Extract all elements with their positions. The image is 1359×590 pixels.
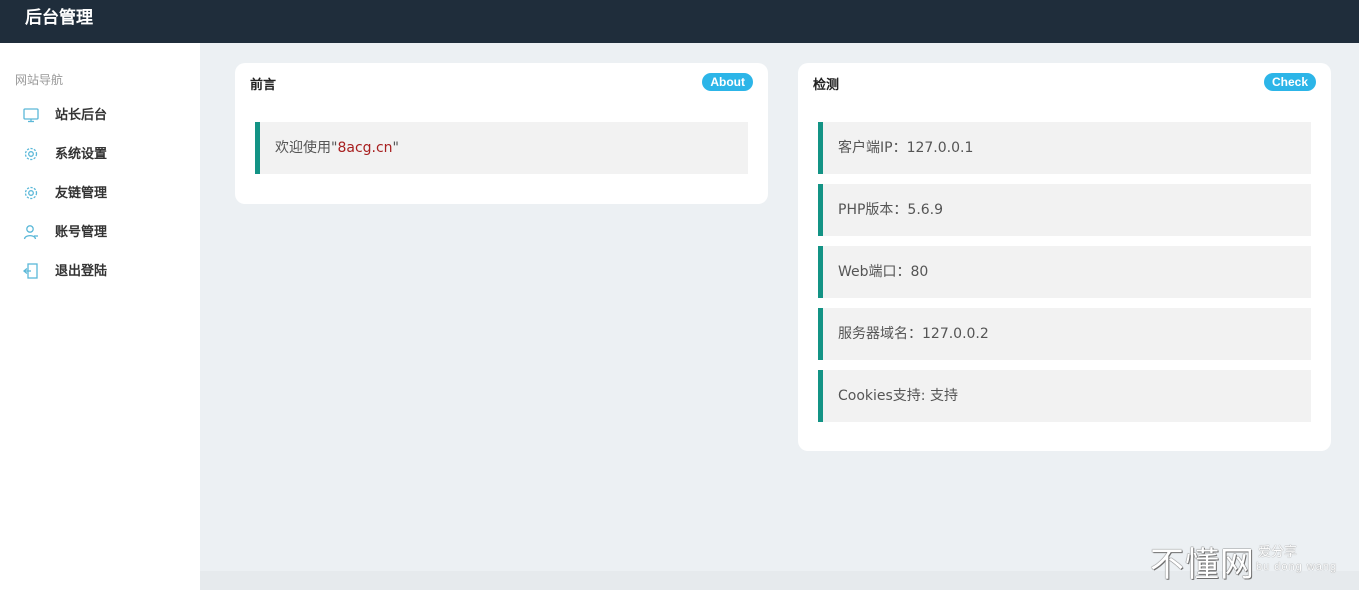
- sidebar-item-label: 友链管理: [55, 186, 108, 201]
- watermark-main: 不懂网: [1150, 545, 1255, 585]
- sidebar-item-label: 退出登陆: [55, 264, 108, 279]
- check-badge: Check: [1263, 73, 1316, 91]
- sidebar-item-label: 账号管理: [55, 225, 108, 240]
- check-item-text: 客户端IP：127.0.0.1: [838, 140, 974, 156]
- check-item-cookies: Cookies支持: 支持: [818, 370, 1311, 422]
- check-item-text: Cookies支持: 支持: [838, 388, 958, 404]
- sidebar-item-label: 站长后台: [55, 108, 108, 123]
- sidebar: 网站导航 站长后台 系统设置 友链管理 账号管理 退出登陆: [0, 43, 200, 590]
- app-title: 后台管理: [25, 8, 93, 28]
- sidebar-section-title: 网站导航: [15, 73, 64, 87]
- welcome-quote: 欢迎使用"8acg.cn": [255, 122, 748, 174]
- sidebar-item-accounts[interactable]: 账号管理: [0, 213, 200, 252]
- sidebar-item-system-settings[interactable]: 系统设置: [0, 135, 200, 174]
- top-header: 后台管理: [0, 0, 1359, 43]
- check-item-text: Web端口：80: [838, 264, 929, 280]
- check-item-php-version: PHP版本：5.6.9: [818, 184, 1311, 236]
- gear-icon: [24, 186, 38, 200]
- check-item-text: 服务器域名：127.0.0.2: [838, 326, 989, 342]
- about-badge: About: [702, 73, 753, 91]
- welcome-text: 欢迎使用"8acg.cn": [275, 140, 399, 156]
- about-card-title: 前言: [250, 78, 277, 93]
- check-item-server-domain: 服务器域名：127.0.0.2: [818, 308, 1311, 360]
- user-icon: [23, 225, 38, 240]
- gear-icon: [24, 147, 38, 161]
- watermark-tagline: 爱分享: [1258, 545, 1298, 560]
- watermark-pinyin: bu dong wang: [1256, 561, 1338, 573]
- sidebar-item-links[interactable]: 友链管理: [0, 174, 200, 213]
- check-item-text: PHP版本：5.6.9: [838, 202, 944, 218]
- sidebar-item-logout[interactable]: 退出登陆: [0, 252, 200, 291]
- logout-icon: [22, 263, 38, 279]
- sidebar-item-webmaster[interactable]: 站长后台: [0, 96, 200, 135]
- watermark-logo: 不懂网 爱分享 bu dong wang: [1150, 537, 1355, 585]
- check-item-client-ip: 客户端IP：127.0.0.1: [818, 122, 1311, 174]
- about-card: 前言 About 欢迎使用"8acg.cn": [235, 63, 768, 204]
- check-card: 检测 Check 客户端IP：127.0.0.1 PHP版本：5.6.9 Web…: [798, 63, 1331, 451]
- site-name-highlight: 8acg.cn: [337, 140, 393, 156]
- check-item-web-port: Web端口：80: [818, 246, 1311, 298]
- monitor-icon: [23, 108, 39, 123]
- sidebar-item-label: 系统设置: [55, 147, 108, 162]
- check-card-title: 检测: [813, 78, 840, 93]
